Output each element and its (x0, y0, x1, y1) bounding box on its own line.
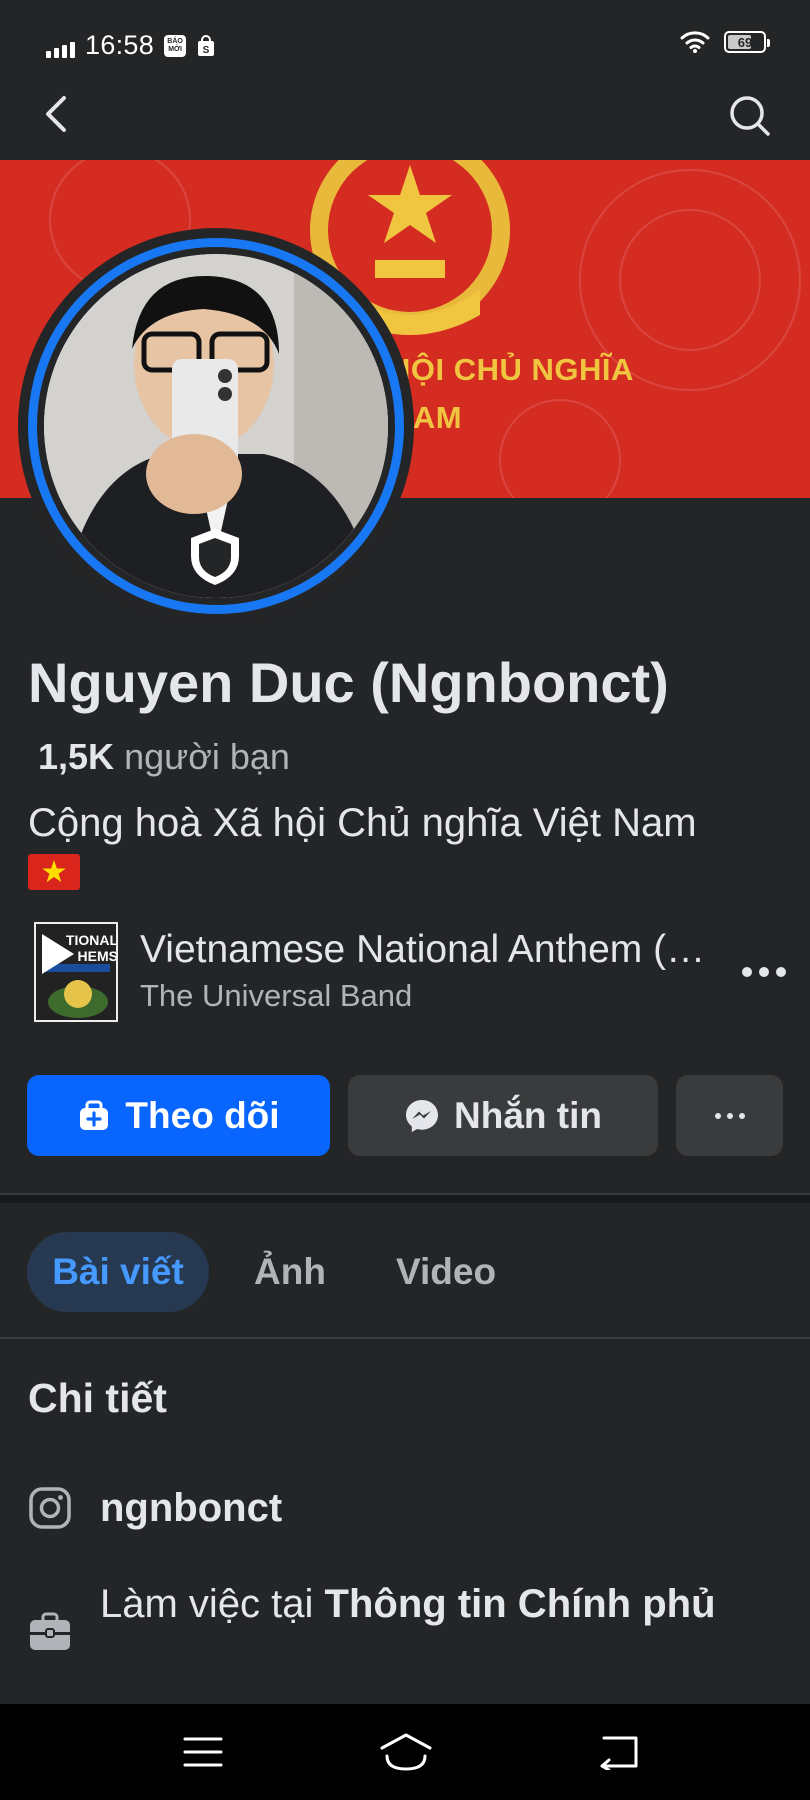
album-cover: TIONAL HEMS (34, 922, 118, 1022)
back-nav-button[interactable] (590, 1728, 646, 1776)
profile-guard-shield-icon (191, 529, 239, 585)
battery-icon: 69 (724, 31, 770, 53)
messenger-icon (406, 1099, 438, 1132)
follow-icon (80, 1100, 109, 1130)
cover-text-line1: HỘI CHỦ NGHĨA (388, 352, 634, 387)
friends-count-line[interactable]: 1,5K người bạn (38, 736, 290, 778)
shopping-bag-icon: S (198, 34, 215, 56)
menu-icon (183, 1737, 223, 1767)
follow-button[interactable]: Theo dõi (27, 1075, 330, 1156)
vietnam-flag-icon (28, 854, 80, 890)
tab-photos[interactable]: Ảnh (254, 1232, 326, 1312)
friends-count: 1,5K (38, 736, 115, 777)
search-icon (730, 96, 770, 136)
briefcase-icon (28, 1610, 72, 1654)
tab-posts[interactable]: Bài viết (27, 1232, 209, 1312)
signal-icon (46, 34, 75, 58)
message-label: Nhắn tin (454, 1094, 602, 1136)
wifi-icon (680, 31, 710, 53)
tabs-divider (0, 1337, 810, 1339)
return-icon (600, 1736, 638, 1770)
profile-actions: Theo dõi Nhắn tin (27, 1075, 783, 1156)
music-more-button[interactable] (734, 952, 794, 992)
work-place-link[interactable]: Thông tin Chính phủ (325, 1582, 716, 1626)
work-text: Làm việc tại Thông tin Chính phủ (100, 1576, 740, 1632)
news-app-icon: BÁO MỚI (164, 34, 187, 57)
profile-name: Nguyen Duc (Ngnbonct) (28, 651, 669, 714)
section-divider (0, 1193, 810, 1203)
friends-label: người bạn (124, 736, 290, 777)
status-time: 16:58 (85, 30, 155, 60)
recent-apps-button[interactable] (175, 1728, 231, 1776)
song-title: Vietnamese National Anthem (… (140, 928, 706, 971)
play-icon[interactable] (38, 930, 78, 978)
home-icon (380, 1733, 432, 1771)
tab-videos[interactable]: Video (396, 1232, 496, 1312)
home-button[interactable] (378, 1728, 434, 1776)
battery-percent: 69 (737, 34, 753, 50)
back-button[interactable] (34, 92, 78, 136)
profile-music[interactable]: TIONAL HEMS Vietnamese National Anthem (… (34, 922, 794, 1022)
message-button[interactable]: Nhắn tin (348, 1075, 658, 1156)
work-prefix: Làm việc tại (100, 1582, 314, 1626)
instagram-handle: ngnbonct (100, 1486, 283, 1530)
back-arrow-icon (46, 96, 66, 132)
profile-bio: Cộng hoà Xã hội Chủ nghĩa Việt Nam (28, 801, 697, 845)
more-actions-button[interactable] (676, 1075, 783, 1156)
follow-label: Theo dõi (125, 1094, 280, 1136)
profile-avatar[interactable] (18, 228, 414, 624)
details-heading: Chi tiết (28, 1375, 167, 1421)
song-artist: The Universal Band (140, 978, 413, 1013)
system-navigation-bar (0, 1704, 810, 1800)
top-nav (0, 92, 810, 160)
svg-text:S: S (203, 45, 210, 56)
search-button[interactable] (726, 92, 774, 140)
instagram-icon (28, 1486, 72, 1530)
status-bar: 16:58 BÁO MỚI S 69 (0, 0, 810, 92)
